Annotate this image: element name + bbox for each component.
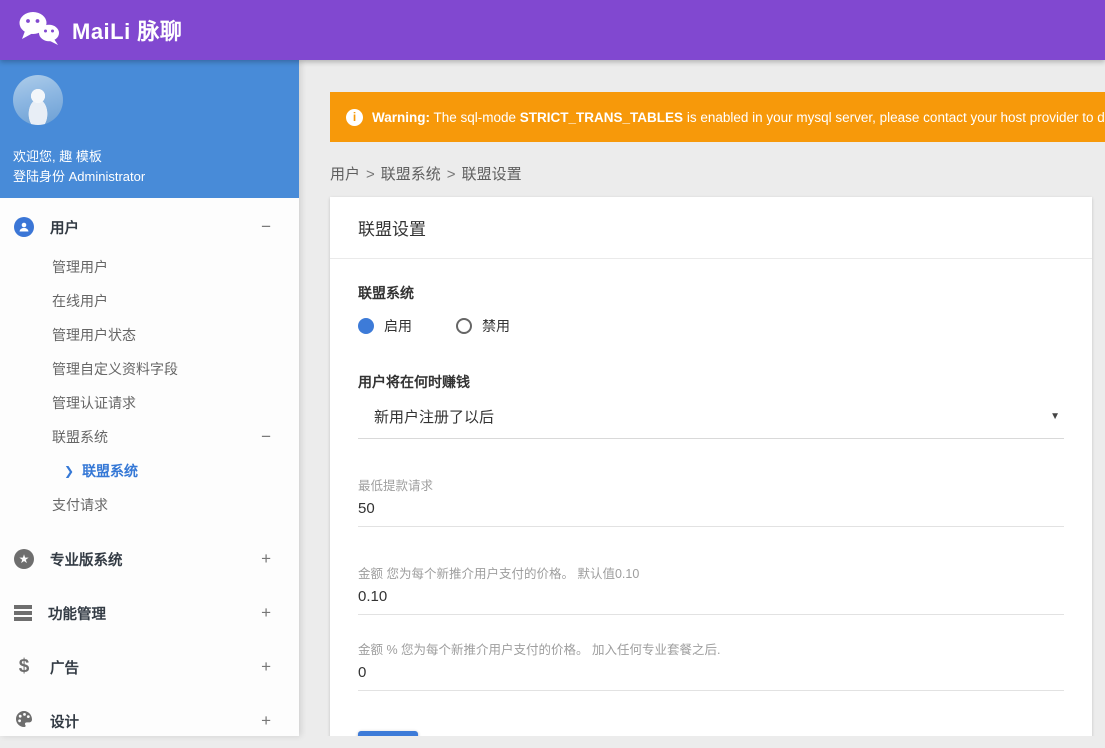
sidebar-item-label: 功能管理 — [48, 606, 106, 623]
min-withdrawal-input[interactable] — [358, 494, 1064, 527]
expand-plus-icon[interactable]: + — [261, 603, 271, 623]
radio-group-label: 联盟系统 — [358, 285, 414, 301]
sidebar-item-label: 联盟系统 — [82, 463, 139, 479]
breadcrumb: 用户 > 联盟系统 > 联盟设置 — [330, 163, 1105, 184]
sidebar: 欢迎您, 趣 模板 登陆身份 Administrator 用户 − 管理用户 在… — [0, 60, 299, 736]
chat-bubbles-logo-icon — [16, 10, 62, 51]
warning-banner: i Warning: The sql-mode STRICT_TRANS_TAB… — [330, 92, 1105, 142]
user-panel: 欢迎您, 趣 模板 登陆身份 Administrator — [0, 60, 299, 198]
sidebar-item-label: 管理用户状态 — [52, 327, 136, 343]
referral-amount-input[interactable] — [358, 582, 1064, 615]
sidebar-item-manage-users[interactable]: 管理用户 — [0, 250, 299, 284]
breadcrumb-separator: > — [446, 166, 456, 183]
sidebar-item-label: 支付请求 — [52, 497, 108, 513]
referral-percent-label: 金额 % 您为每个新推介用户支付的价格。 加入任何专业套餐之后. — [358, 643, 721, 657]
expand-plus-icon[interactable]: + — [261, 549, 271, 569]
app-header: MaiLi 脉聊 — [0, 0, 1105, 60]
radio-enable-label[interactable]: 启用 — [384, 316, 412, 336]
sidebar-item-affiliate-system[interactable]: 联盟系统 − — [0, 420, 299, 454]
main-content: i Warning: The sql-mode STRICT_TRANS_TAB… — [299, 60, 1105, 736]
dollar-icon: $ — [18, 656, 30, 677]
breadcrumb-affiliate-system[interactable]: 联盟系统 — [381, 166, 441, 183]
warning-text: The sql-mode — [430, 109, 520, 125]
breadcrumb-affiliate-settings: 联盟设置 — [461, 166, 522, 183]
user-avatar[interactable] — [13, 75, 63, 125]
sidebar-item-pro-system[interactable]: ★ 专业版系统 + — [0, 532, 299, 586]
breadcrumb-users[interactable]: 用户 — [330, 166, 360, 183]
chevron-right-icon: ❯ — [64, 464, 75, 478]
sidebar-item-users[interactable]: 用户 − — [0, 204, 299, 250]
sidebar-item-label: 在线用户 — [52, 293, 108, 309]
sidebar-item-label: 广告 — [50, 660, 79, 677]
earn-time-group: 用户将在何时赚钱 新用户注册了以后 ▼ — [358, 372, 1064, 439]
sidebar-item-label: 管理用户 — [52, 259, 108, 275]
expand-plus-icon[interactable]: + — [261, 657, 271, 677]
brand-title: MaiLi 脉聊 — [72, 19, 183, 44]
sidebar-item-design[interactable]: 设计 + — [0, 694, 299, 748]
earn-time-select[interactable]: 新用户注册了以后 ▼ — [358, 392, 1064, 439]
sidebar-item-verification-requests[interactable]: 管理认证请求 — [0, 386, 299, 420]
sidebar-item-label: 管理自定义资料字段 — [52, 361, 178, 377]
sidebar-item-feature-management[interactable]: 功能管理 + — [0, 586, 299, 640]
info-icon: i — [346, 108, 363, 126]
earn-time-selected-value: 新用户注册了以后 — [374, 409, 495, 426]
sidebar-item-affiliate-system-active[interactable]: ❯ 联盟系统 — [0, 454, 299, 488]
sidebar-menu: 用户 − 管理用户 在线用户 管理用户状态 管理自定义资料字段 管理认证请求 联… — [0, 198, 299, 748]
sidebar-item-ads[interactable]: $ 广告 + — [0, 640, 299, 694]
referral-percent-group: 金额 % 您为每个新推介用户支付的价格。 加入任何专业套餐之后. — [358, 639, 1064, 691]
welcome-text: 欢迎您, 趣 模板 — [13, 149, 102, 164]
sidebar-item-custom-fields[interactable]: 管理自定义资料字段 — [0, 352, 299, 386]
warning-label: Warning: — [372, 109, 430, 125]
login-role-text: 登陆身份 Administrator — [13, 169, 146, 184]
page-title: 联盟设置 — [358, 220, 426, 239]
warning-sql-mode: STRICT_TRANS_TABLES — [519, 109, 684, 125]
brand[interactable]: MaiLi 脉聊 — [16, 10, 182, 51]
sidebar-item-label: 管理认证请求 — [52, 395, 136, 411]
radio-disable-label[interactable]: 禁用 — [482, 316, 510, 336]
breadcrumb-separator: > — [366, 166, 375, 183]
user-icon — [14, 217, 34, 237]
star-icon: ★ — [14, 549, 34, 569]
radio-enable[interactable] — [358, 318, 374, 334]
affiliate-settings-card: 联盟设置 联盟系统 启用 禁用 用户将在何时赚钱 新用户注册了以后 ▼ 最低提款… — [330, 197, 1092, 736]
save-button[interactable]: 保存 — [358, 731, 418, 736]
sidebar-item-label: 用户 — [50, 220, 79, 237]
layers-icon — [14, 605, 32, 621]
collapse-minus-icon[interactable]: − — [261, 217, 271, 237]
min-withdrawal-label: 最低提款请求 — [358, 479, 434, 493]
referral-amount-group: 金额 您为每个新推介用户支付的价格。 默认值0.10 — [358, 563, 1064, 615]
min-withdrawal-group: 最低提款请求 — [358, 475, 1064, 527]
sidebar-item-label: 专业版系统 — [50, 552, 123, 569]
sidebar-item-label: 联盟系统 — [52, 429, 108, 445]
referral-amount-label: 金额 您为每个新推介用户支付的价格。 默认值0.10 — [358, 567, 640, 581]
earn-time-label: 用户将在何时赚钱 — [358, 374, 470, 390]
expand-plus-icon[interactable]: + — [261, 711, 271, 731]
collapse-minus-icon[interactable]: − — [261, 427, 271, 447]
sidebar-item-label: 设计 — [50, 714, 79, 731]
sidebar-item-user-status[interactable]: 管理用户状态 — [0, 318, 299, 352]
radio-disable[interactable] — [456, 318, 472, 334]
sidebar-item-payment-requests[interactable]: 支付请求 — [0, 488, 299, 522]
palette-icon — [14, 709, 34, 734]
referral-percent-input[interactable] — [358, 658, 1064, 691]
affiliate-system-radio-group: 联盟系统 启用 禁用 — [358, 283, 1064, 336]
sidebar-item-online-users[interactable]: 在线用户 — [0, 284, 299, 318]
warning-text-rest: is enabled in your mysql server, please … — [683, 109, 1105, 125]
chevron-down-icon: ▼ — [1050, 411, 1060, 422]
